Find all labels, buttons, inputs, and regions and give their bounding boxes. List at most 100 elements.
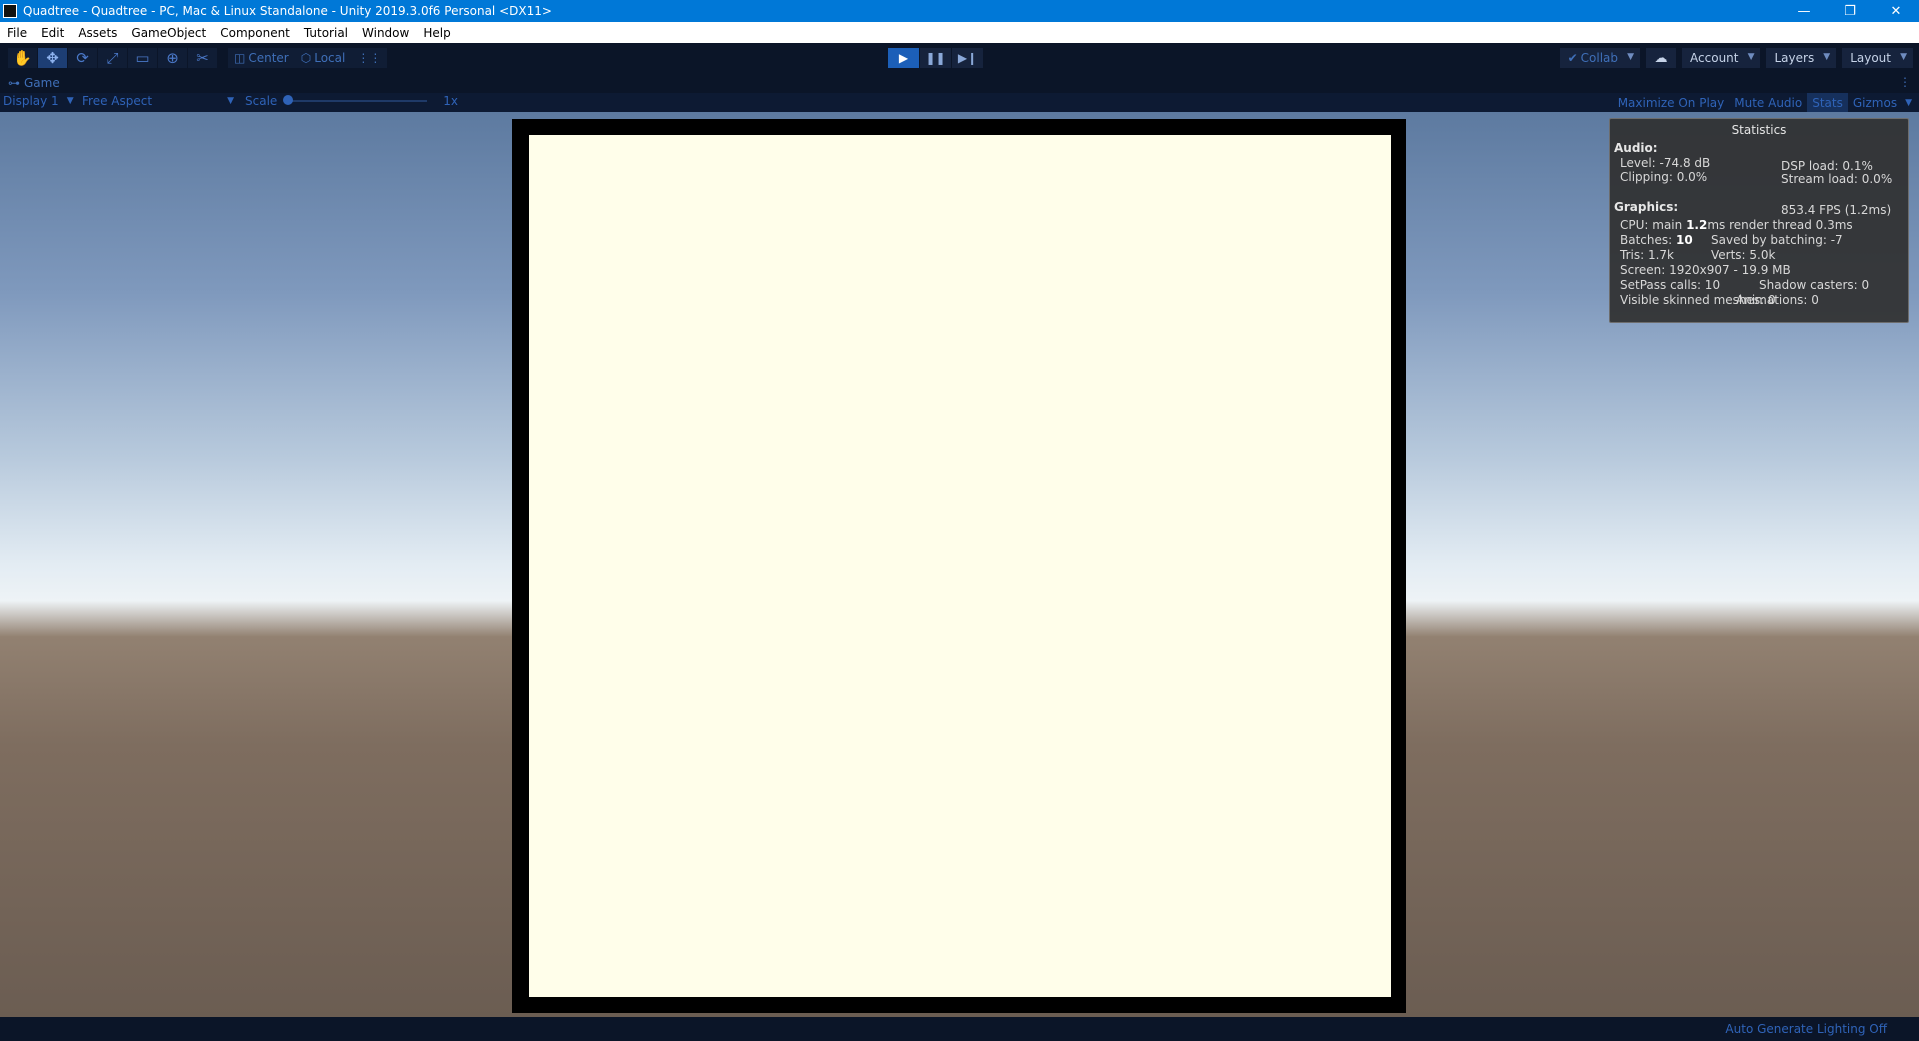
- main-toolbar: ✋ ✥ ⟳ ⤢ ▭ ⊕ ✂ ◫ Center ⬡ Local ⋮⋮ ▶ ❚❚ ▶…: [0, 43, 1919, 73]
- menu-assets[interactable]: Assets: [71, 26, 124, 40]
- close-button[interactable]: ✕: [1873, 0, 1919, 22]
- scale-control: Scale 1x: [245, 94, 458, 108]
- cloud-icon[interactable]: ☁: [1646, 48, 1677, 68]
- gizmos-toggle[interactable]: Gizmos: [1848, 93, 1902, 112]
- right-toolbar: ✔ Collab ▼ ☁ Account ▼ Layers ▼ Layout ▼: [1559, 48, 1913, 68]
- display-label: Display 1: [3, 94, 59, 108]
- game-tab-bar: ⊶ Game ⋮: [0, 73, 1919, 93]
- layout-label: Layout: [1850, 51, 1891, 65]
- screen-info: Screen: 1920x907 - 19.9 MB: [1620, 263, 1791, 277]
- chevron-down-icon: ▼: [227, 96, 234, 106]
- pivot-center-icon: ◫: [234, 51, 246, 65]
- layout-dropdown[interactable]: Layout ▼: [1842, 48, 1913, 68]
- local-cube-icon: ⬡: [300, 51, 312, 65]
- account-dropdown[interactable]: Account ▼: [1682, 48, 1761, 68]
- collab-dropdown[interactable]: ✔ Collab ▼: [1559, 48, 1641, 68]
- chevron-down-icon: ▼: [1823, 52, 1831, 62]
- batches-prefix: Batches:: [1620, 233, 1676, 247]
- status-bar: Auto Generate Lighting Off: [0, 1017, 1919, 1041]
- chevron-down-icon[interactable]: ▼: [1902, 93, 1915, 112]
- setpass-calls: SetPass calls: 10: [1620, 278, 1721, 292]
- pivot-rotation-label: Local: [314, 51, 346, 65]
- clipping: Clipping: 0.0%: [1620, 170, 1708, 184]
- animations: Animations: 0: [1736, 293, 1819, 307]
- game-view-toggles: Maximize On Play Mute Audio Stats Gizmos…: [1613, 93, 1915, 112]
- layers-dropdown[interactable]: Layers ▼: [1766, 48, 1837, 68]
- transform-tools: ✋ ✥ ⟳ ⤢ ▭ ⊕ ✂ ◫ Center ⬡ Local ⋮⋮: [8, 48, 388, 68]
- pause-button[interactable]: ❚❚: [920, 48, 952, 68]
- fps: 853.4 FPS (1.2ms): [1781, 203, 1892, 217]
- dsp-load: DSP load: 0.1%: [1781, 159, 1873, 173]
- rect-tool-icon[interactable]: ▭: [128, 48, 158, 68]
- tris: Tris: 1.7k: [1620, 248, 1674, 262]
- play-controls: ▶ ❚❚ ▶❙: [888, 48, 984, 68]
- game-view-controls: Display 1 ▼ Free Aspect ▼ Scale 1x Maxim…: [0, 93, 1919, 112]
- shadow-casters: Shadow casters: 0: [1759, 278, 1870, 292]
- cpu-stats: CPU: main 1.2ms render thread 0.3ms: [1620, 218, 1853, 232]
- grid-snap-icon[interactable]: ⋮⋮: [351, 48, 388, 68]
- hand-tool-icon[interactable]: ✋: [8, 48, 38, 68]
- rotate-tool-icon[interactable]: ⟳: [68, 48, 98, 68]
- chevron-down-icon: ▼: [1747, 52, 1755, 62]
- window-title: Quadtree - Quadtree - PC, Mac & Linux St…: [23, 4, 552, 18]
- audio-level: Level: -74.8 dB: [1620, 156, 1711, 170]
- chevron-down-icon: ▼: [1627, 52, 1635, 62]
- scale-tool-icon[interactable]: ⤢: [98, 48, 128, 68]
- pivot-mode-button[interactable]: ◫ Center: [228, 48, 295, 68]
- quadtree-board[interactable]: [529, 135, 1391, 997]
- saved-by-batching: Saved by batching: -7: [1711, 233, 1843, 247]
- menu-gameobject[interactable]: GameObject: [124, 26, 213, 40]
- unity-logo-icon: [3, 4, 17, 18]
- window-controls: — ❐ ✕: [1781, 0, 1919, 22]
- account-label: Account: [1690, 51, 1739, 65]
- layers-label: Layers: [1774, 51, 1815, 65]
- transform-tool-icon[interactable]: ⊕: [158, 48, 188, 68]
- more-options-icon[interactable]: ⋮: [1899, 75, 1911, 89]
- menu-window[interactable]: Window: [355, 26, 416, 40]
- menu-file[interactable]: File: [0, 26, 34, 40]
- step-button[interactable]: ▶❙: [952, 48, 984, 68]
- chevron-down-icon: ▼: [1900, 52, 1907, 62]
- aspect-label: Free Aspect: [82, 94, 153, 108]
- aspect-dropdown[interactable]: Free Aspect ▼: [82, 94, 234, 108]
- cpu-main-value: 1.2: [1686, 218, 1708, 232]
- audio-heading: Audio:: [1614, 141, 1658, 155]
- statistics-panel: Statistics Audio: Level: -74.8 dB DSP lo…: [1609, 118, 1909, 323]
- minimize-button[interactable]: —: [1781, 0, 1827, 22]
- stream-load: Stream load: 0.0%: [1781, 172, 1893, 186]
- gamepad-icon: ⊶: [8, 76, 20, 90]
- title-bar: Quadtree - Quadtree - PC, Mac & Linux St…: [0, 0, 1919, 22]
- scale-value: 1x: [443, 94, 459, 108]
- collab-check-icon: ✔: [1567, 51, 1578, 65]
- pivot-mode-label: Center: [248, 51, 289, 65]
- move-tool-icon[interactable]: ✥: [38, 48, 68, 68]
- maximize-on-play-toggle[interactable]: Maximize On Play: [1613, 93, 1730, 112]
- menu-edit[interactable]: Edit: [34, 26, 71, 40]
- stats-toggle[interactable]: Stats: [1807, 93, 1848, 112]
- menu-help[interactable]: Help: [416, 26, 457, 40]
- statistics-title: Statistics: [1731, 123, 1787, 137]
- cpu-suffix: ms render thread 0.3ms: [1707, 218, 1853, 232]
- play-button[interactable]: ▶: [888, 48, 920, 68]
- cpu-prefix: CPU: main: [1620, 218, 1687, 232]
- lighting-status[interactable]: Auto Generate Lighting Off: [1725, 1022, 1887, 1036]
- scale-slider[interactable]: [283, 95, 428, 105]
- collab-label: Collab: [1580, 51, 1619, 65]
- menu-bar: File Edit Assets GameObject Component Tu…: [0, 22, 1919, 44]
- pivot-rotation-button[interactable]: ⬡ Local: [294, 48, 352, 68]
- menu-component[interactable]: Component: [213, 26, 297, 40]
- graphics-heading: Graphics:: [1614, 200, 1679, 214]
- batches: Batches: 10: [1620, 233, 1693, 247]
- display-dropdown[interactable]: Display 1 ▼: [3, 94, 74, 108]
- batches-value: 10: [1676, 233, 1693, 247]
- chevron-down-icon: ▼: [66, 96, 74, 106]
- verts: Verts: 5.0k: [1711, 248, 1776, 262]
- scale-slider-thumb[interactable]: [283, 95, 294, 105]
- tab-game[interactable]: ⊶ Game: [0, 76, 68, 90]
- restore-button[interactable]: ❐: [1827, 0, 1873, 22]
- scale-label: Scale: [245, 94, 278, 108]
- menu-tutorial[interactable]: Tutorial: [297, 26, 355, 40]
- mute-audio-toggle[interactable]: Mute Audio: [1729, 93, 1807, 112]
- tab-game-label: Game: [24, 76, 60, 90]
- custom-tool-icon[interactable]: ✂: [188, 48, 218, 68]
